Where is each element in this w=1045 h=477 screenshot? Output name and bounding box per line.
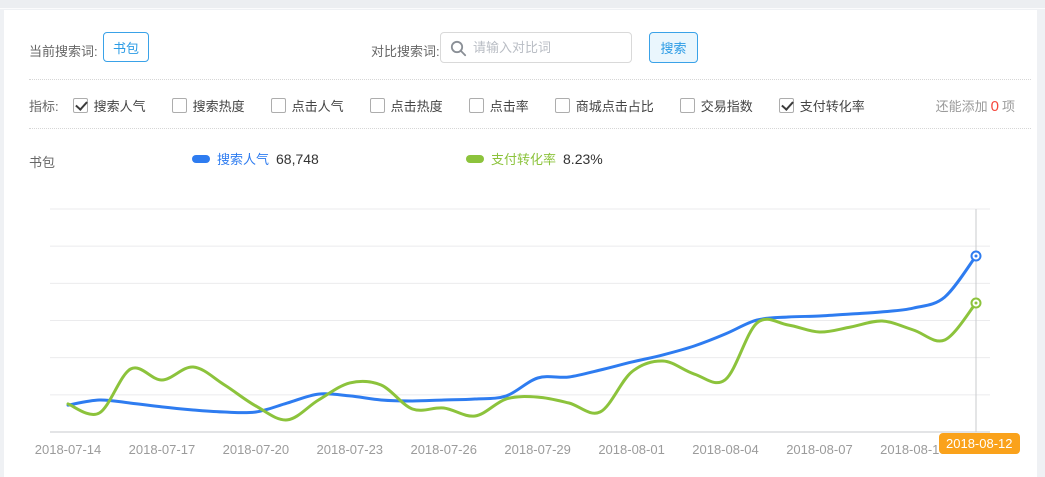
legend-keyword: 书包 — [29, 152, 55, 171]
metrics-label: 指标: — [29, 96, 59, 115]
legend-series-name: 支付转化率 — [491, 149, 556, 168]
page-top-strip — [0, 0, 1045, 9]
checkbox-checked-icon[interactable] — [73, 98, 88, 113]
remaining-count: 0 — [988, 98, 1002, 115]
current-term-button[interactable]: 书包 — [103, 32, 149, 62]
separator — [29, 128, 1031, 129]
metric-label: 点击人气 — [292, 96, 344, 115]
metric-label: 交易指数 — [701, 96, 753, 115]
checkbox-icon[interactable] — [370, 98, 385, 113]
checkbox-checked-icon[interactable] — [779, 98, 794, 113]
checkbox-icon[interactable] — [172, 98, 187, 113]
x-axis-tick-label: 2018-07-26 — [396, 442, 492, 457]
legend-color-pill — [466, 155, 484, 163]
series-line-1 — [68, 256, 976, 413]
metric-checkbox-item-2[interactable]: 搜索热度 — [172, 96, 245, 115]
checkbox-icon[interactable] — [555, 98, 570, 113]
trend-chart — [4, 10, 1037, 477]
separator — [29, 79, 1031, 80]
legend-item-1[interactable]: 搜索人气 68,748 — [192, 149, 319, 168]
x-axis-tick-label: 2018-07-20 — [208, 442, 304, 457]
x-axis-tick-label: 2018-07-14 — [20, 442, 116, 457]
metric-checkbox-item-8[interactable]: 支付转化率 — [779, 96, 865, 115]
remaining-prefix: 还能添加 — [936, 99, 988, 114]
x-axis-tick-label: 2018-08-10 — [865, 442, 961, 457]
series-endpoint-core-1 — [975, 254, 978, 257]
checkbox-icon[interactable] — [469, 98, 484, 113]
metric-checkbox-item-3[interactable]: 点击人气 — [271, 96, 344, 115]
trend-chart-area: 2018-07-142018-07-172018-07-202018-07-23… — [4, 10, 1037, 477]
checkbox-icon[interactable] — [680, 98, 695, 113]
metric-checkbox-item-4[interactable]: 点击热度 — [370, 96, 443, 115]
metric-checkbox-item-6[interactable]: 商城点击占比 — [555, 96, 654, 115]
metric-checkbox-item-1[interactable]: 搜索人气 — [73, 96, 146, 115]
x-axis-tick-label: 2018-07-17 — [114, 442, 210, 457]
series-endpoint-core-2 — [975, 302, 978, 305]
compare-search-input[interactable] — [473, 34, 628, 61]
metric-label: 搜索热度 — [193, 96, 245, 115]
metric-label: 点击热度 — [391, 96, 443, 115]
metrics-row: 指标: 搜索人气 搜索热度 点击人气 点击热度 点击率 商城点击占比 交易指数 支付转化率 还… — [4, 94, 1037, 116]
remaining-suffix: 项 — [1002, 99, 1015, 114]
metric-label: 商城点击占比 — [576, 96, 654, 115]
search-term-row: 当前搜索词: 书包 对比搜索词: 搜索 — [4, 32, 1037, 64]
legend-series-value: 68,748 — [276, 151, 319, 167]
series-line-2 — [68, 303, 976, 420]
x-axis-tick-label: 2018-07-29 — [490, 442, 586, 457]
x-axis-tick-label: 2018-08-04 — [678, 442, 774, 457]
legend-series-value: 8.23% — [563, 151, 603, 167]
current-term-label: 当前搜索词: — [29, 41, 98, 60]
remaining-add-note: 还能添加0项 — [936, 96, 1015, 115]
metric-checkbox-item-5[interactable]: 点击率 — [469, 96, 529, 115]
compare-input-wrap — [440, 32, 632, 63]
metric-label: 支付转化率 — [800, 96, 865, 115]
metric-label: 点击率 — [490, 96, 529, 115]
legend-row: 书包 搜索人气 68,748 支付转化率 8.23% — [4, 149, 1037, 171]
metric-label: 搜索人气 — [94, 96, 146, 115]
checkbox-icon[interactable] — [271, 98, 286, 113]
legend-item-2[interactable]: 支付转化率 8.23% — [466, 149, 603, 168]
search-icon — [450, 40, 467, 57]
compare-term-label: 对比搜索词: — [371, 41, 440, 60]
x-axis-tick-label: 2018-08-01 — [584, 442, 680, 457]
highlighted-date-badge: 2018-08-12 — [939, 433, 1020, 454]
search-button[interactable]: 搜索 — [649, 32, 698, 63]
x-axis-tick-label: 2018-08-07 — [771, 442, 867, 457]
metric-checkbox-item-7[interactable]: 交易指数 — [680, 96, 753, 115]
x-axis-tick-label: 2018-07-23 — [302, 442, 398, 457]
series-endpoint-dot-2 — [972, 299, 981, 308]
series-endpoint-dot-1 — [972, 251, 981, 260]
trend-panel: 当前搜索词: 书包 对比搜索词: 搜索 指标: 搜索人气 搜索热度 点击人气 点击热度… — [4, 10, 1037, 477]
legend-series-name: 搜索人气 — [217, 149, 269, 168]
legend-color-pill — [192, 155, 210, 163]
